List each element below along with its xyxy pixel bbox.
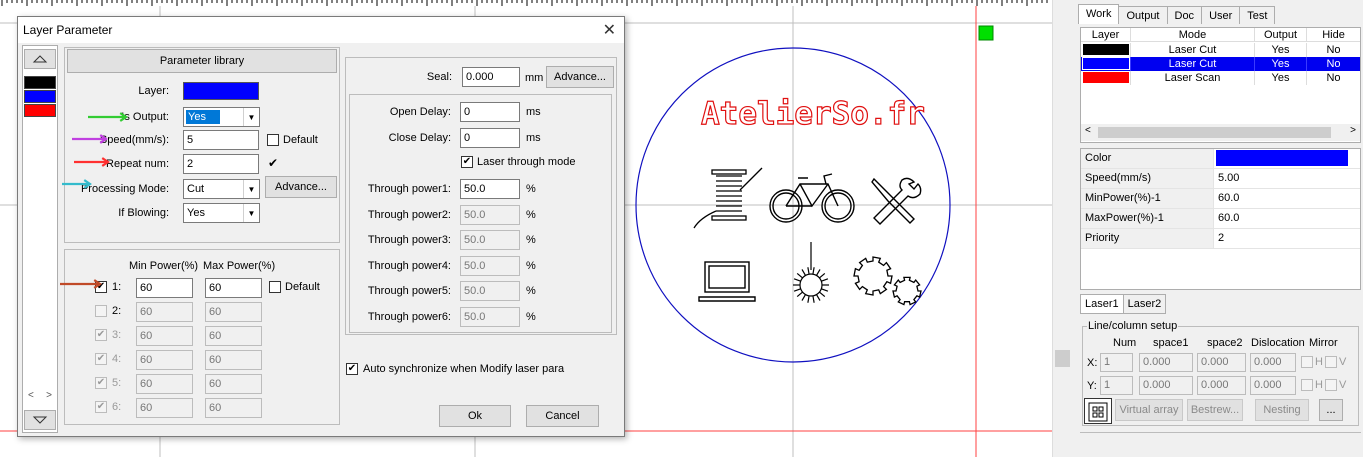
annotation-arrow — [72, 134, 108, 144]
lc-header: Dislocation — [1251, 337, 1305, 349]
layer-properties[interactable]: Color Speed(mm/s) 5.00 MinPower(%)-1 60.0 Max… — [1080, 148, 1361, 290]
layer-color-cell — [1081, 43, 1131, 57]
property-row[interactable]: MinPower(%)-1 60.0 — [1081, 189, 1360, 209]
lc-header: Num — [1113, 337, 1137, 349]
x-value-input[interactable]: 0.000 — [1197, 353, 1246, 372]
more-button[interactable]: ... — [1319, 399, 1343, 421]
array-grid-button[interactable] — [1084, 398, 1112, 424]
laser-tabs: Laser1 Laser2 — [1080, 294, 1167, 314]
layer-hide-cell[interactable]: No — [1307, 43, 1360, 57]
layer-color-bar — [1082, 44, 1129, 55]
virtual-array-button[interactable]: Virtual array — [1115, 399, 1183, 421]
mirror-v-checkbox[interactable] — [1325, 379, 1337, 391]
tab-output[interactable]: Output — [1118, 6, 1168, 24]
layer-mode-cell: Laser Cut — [1131, 43, 1255, 57]
layer-table[interactable]: Layer Mode Output Hide Laser Cut Yes No Las… — [1080, 27, 1361, 143]
panel-tabs: Work Output Doc User Test — [1078, 4, 1276, 24]
grid-icon — [1088, 402, 1108, 422]
bestrew-button[interactable]: Bestrew... — [1187, 399, 1243, 421]
lc-header: space2 — [1207, 337, 1243, 349]
scroll-left-icon[interactable]: < — [1085, 125, 1091, 136]
x-axis-label: X: — [1087, 357, 1098, 369]
layer-hide-cell[interactable]: No — [1307, 57, 1360, 71]
property-key: Color — [1081, 149, 1214, 168]
scroll-right-icon[interactable]: > — [1350, 125, 1356, 136]
tab-test[interactable]: Test — [1239, 6, 1276, 24]
tab-laser1[interactable]: Laser1 — [1080, 294, 1124, 314]
mirror-v-label: V — [1339, 379, 1347, 391]
header-layer: Layer — [1081, 28, 1131, 41]
panel-bottom-divider — [1080, 432, 1361, 435]
layer-output-cell[interactable]: Yes — [1255, 57, 1307, 71]
mirror-h-checkbox[interactable] — [1301, 356, 1313, 368]
y-value-input[interactable]: 1 — [1100, 376, 1133, 395]
x-value-input[interactable]: 0.000 — [1250, 353, 1296, 372]
layer-table-header: Layer Mode Output Hide — [1081, 28, 1360, 42]
layer-color-cell — [1081, 71, 1131, 85]
layer-hide-cell[interactable]: No — [1307, 71, 1360, 85]
property-key: MaxPower(%)-1 — [1081, 209, 1214, 228]
property-value[interactable]: 5.00 — [1214, 169, 1360, 188]
property-value[interactable] — [1214, 149, 1360, 168]
mirror-h-label: H — [1315, 356, 1323, 368]
mirror-v-label: V — [1339, 356, 1347, 368]
property-key: MinPower(%)-1 — [1081, 189, 1214, 208]
property-row[interactable]: Priority 2 — [1081, 229, 1360, 249]
property-row[interactable]: Color — [1081, 149, 1360, 169]
table-row[interactable]: Laser Cut Yes No — [1081, 43, 1360, 57]
lc-header: space1 — [1153, 337, 1189, 349]
layer-mode-cell: Laser Cut — [1131, 57, 1255, 71]
line-column-setup: Line/column setup Num space1 space2 Disloca… — [1082, 320, 1359, 426]
tab-work[interactable]: Work — [1078, 4, 1120, 24]
scroll-thumb[interactable] — [1098, 127, 1331, 138]
y-value-input[interactable]: 0.000 — [1250, 376, 1296, 395]
annotation-arrow — [60, 279, 102, 289]
tab-doc[interactable]: Doc — [1166, 6, 1203, 24]
header-output: Output — [1255, 28, 1307, 41]
right-panel: Work Output Doc User Test Layer Mode Output … — [1072, 0, 1363, 457]
y-value-input[interactable]: 0.000 — [1139, 376, 1193, 395]
annotation-arrow — [62, 179, 92, 189]
property-row[interactable]: MaxPower(%)-1 60.0 — [1081, 209, 1360, 229]
header-mode: Mode — [1131, 28, 1255, 41]
mirror-v-checkbox[interactable] — [1325, 356, 1337, 368]
layer-mode-cell: Laser Scan — [1131, 71, 1255, 85]
layer-color-bar — [1081, 57, 1130, 70]
property-color-swatch[interactable] — [1216, 150, 1348, 166]
x-value-input[interactable]: 1 — [1100, 353, 1133, 372]
property-key: Priority — [1081, 229, 1214, 248]
nesting-button[interactable]: Nesting — [1255, 399, 1309, 421]
layer-output-cell[interactable]: Yes — [1255, 71, 1307, 85]
annotation-arrow — [88, 112, 128, 122]
property-value[interactable]: 2 — [1214, 229, 1360, 248]
layer-table-hscroll[interactable]: < > — [1081, 124, 1360, 141]
mirror-h-label: H — [1315, 379, 1323, 391]
x-value-input[interactable]: 0.000 — [1139, 353, 1193, 372]
tab-laser2[interactable]: Laser2 — [1122, 294, 1167, 314]
y-axis-label: Y: — [1087, 380, 1097, 392]
y-value-input[interactable]: 0.000 — [1197, 376, 1246, 395]
layer-color-bar — [1082, 72, 1129, 83]
table-row[interactable]: Laser Scan Yes No — [1081, 71, 1360, 85]
table-row[interactable]: Laser Cut Yes No — [1081, 57, 1360, 71]
layer-color-cell — [1081, 57, 1131, 71]
property-row[interactable]: Speed(mm/s) 5.00 — [1081, 169, 1360, 189]
property-value[interactable]: 60.0 — [1214, 209, 1360, 228]
tab-user[interactable]: User — [1201, 6, 1241, 24]
annotation-arrow — [74, 157, 110, 167]
mirror-h-checkbox[interactable] — [1301, 379, 1313, 391]
lc-header: Mirror — [1309, 337, 1338, 349]
header-hide: Hide — [1322, 29, 1345, 41]
property-value[interactable]: 60.0 — [1214, 189, 1360, 208]
property-key: Speed(mm/s) — [1081, 169, 1214, 188]
layer-output-cell[interactable]: Yes — [1255, 43, 1307, 57]
line-column-title: Line/column setup — [1087, 320, 1179, 332]
